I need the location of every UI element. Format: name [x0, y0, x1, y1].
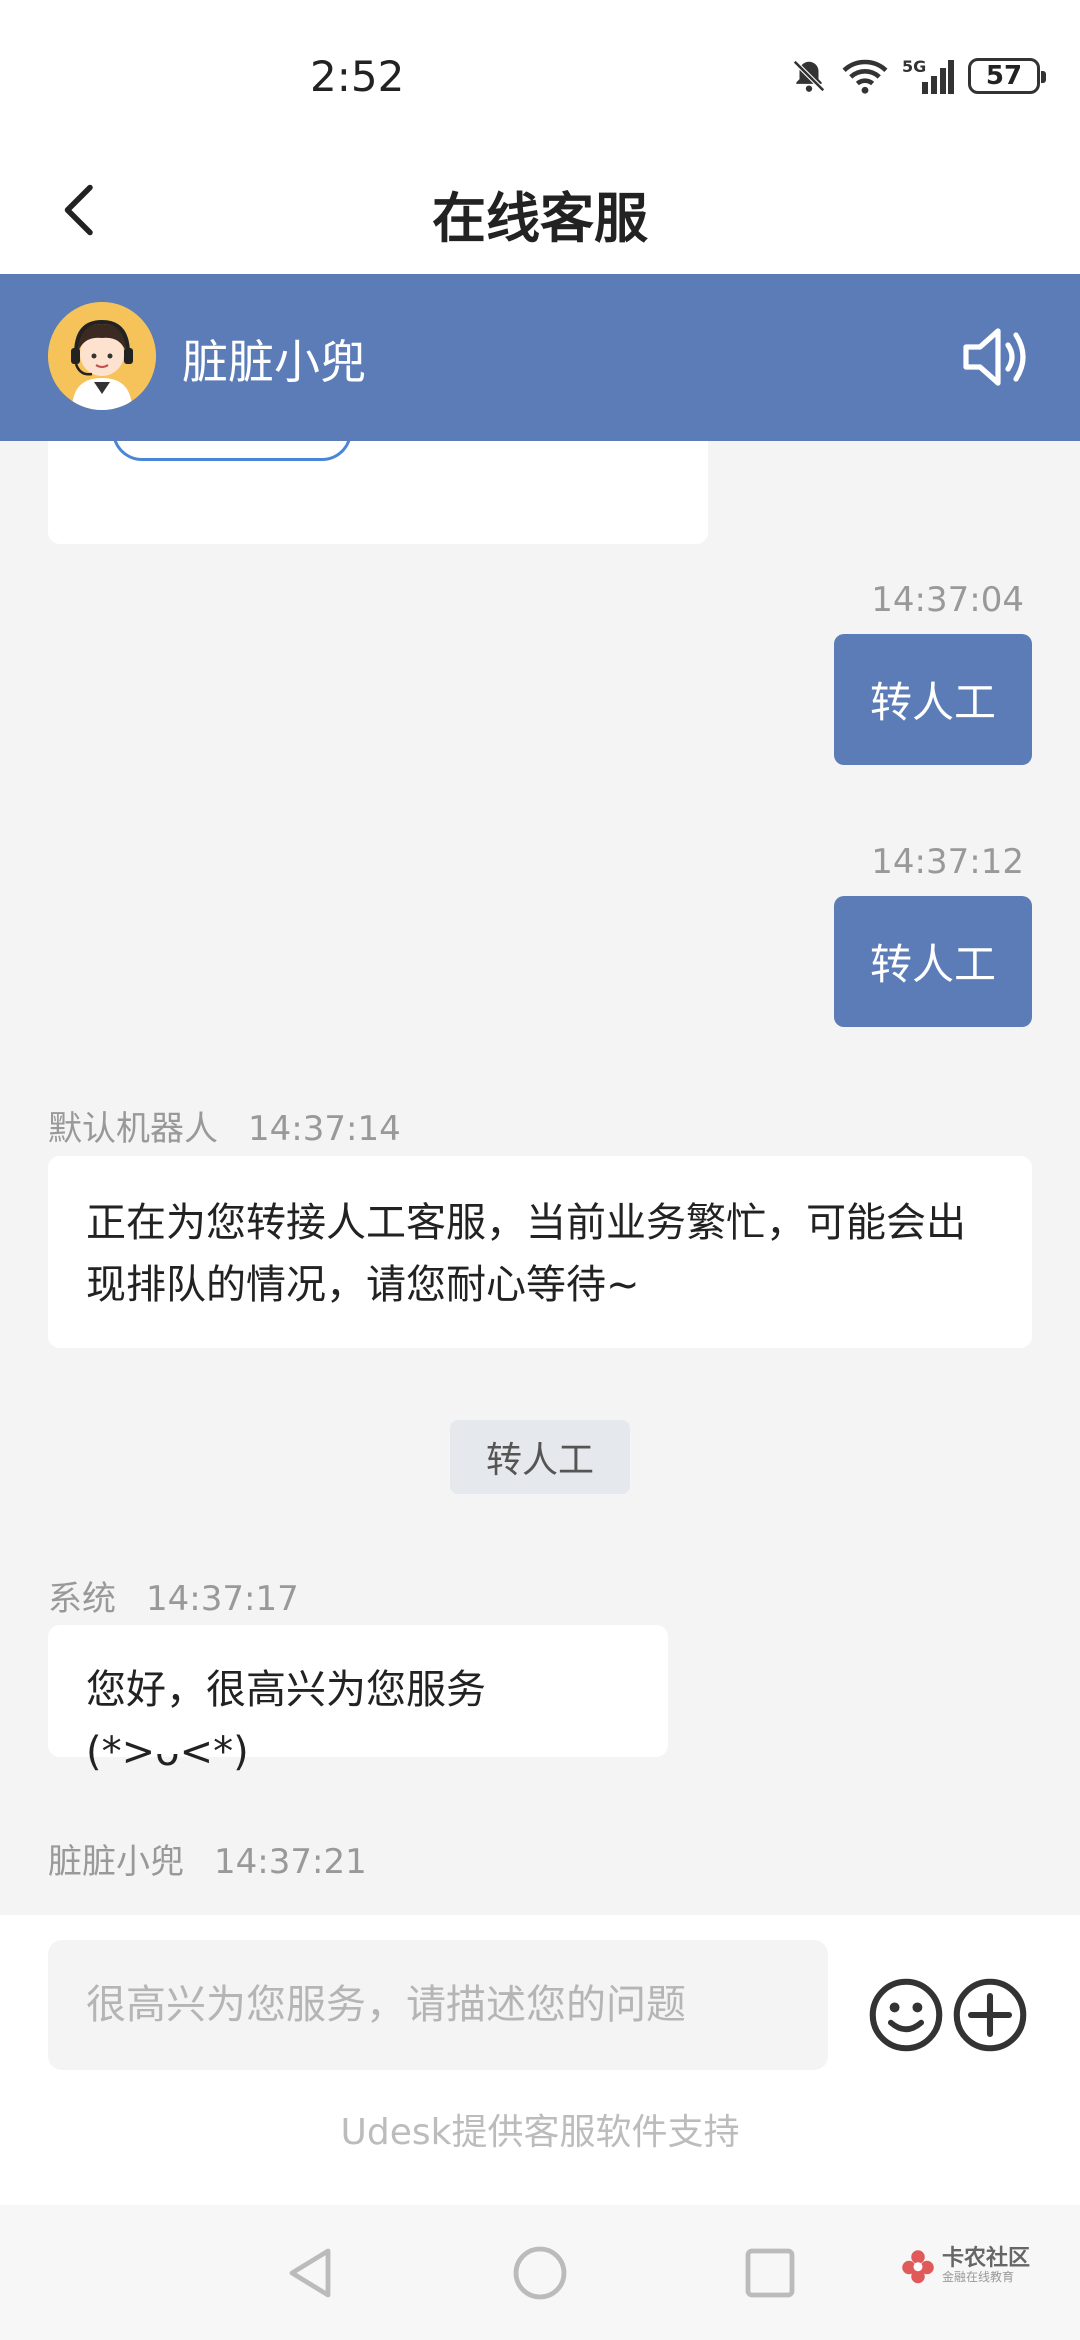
previous-card-button[interactable] [112, 441, 352, 461]
message-input[interactable] [48, 1940, 828, 2070]
incoming-message-bubble[interactable]: 您好，很高兴为您服务(*>ᴗ<*) [48, 1625, 668, 1775]
agent-avatar [48, 302, 156, 410]
nav-back-icon[interactable] [280, 2243, 340, 2303]
nav-bar: 在线客服 [0, 140, 1080, 275]
message-sender: 默认机器人 [48, 1109, 218, 1149]
message-meta: 脏脏小兜 14:37:21 [48, 1834, 367, 1883]
chat-message-list[interactable]: 14:37:04 转人工 14:37:12 转人工 默认机器人 14:37:14 … [0, 441, 1080, 1915]
speaker-icon[interactable] [960, 324, 1032, 390]
watermark-subtitle: 金融在线教育 [942, 2270, 1015, 2285]
emoji-icon[interactable] [868, 1977, 944, 2053]
powered-by-text: Udesk提供客服软件支持 [340, 2112, 740, 2153]
outgoing-message-bubble[interactable]: 转人工 [834, 634, 1032, 765]
plus-icon[interactable] [952, 1977, 1028, 2053]
message-timestamp: 14:37:17 [146, 1579, 299, 1619]
message-meta: 系统 14:37:17 [48, 1571, 299, 1620]
page-title: 在线客服 [432, 187, 648, 250]
signal-5g-icon: 5G [902, 57, 954, 94]
svg-text:5G: 5G [902, 57, 926, 76]
watermark-title: 卡农社区 [942, 2246, 1031, 2271]
agent-header: 脏脏小兜 [0, 274, 1080, 441]
message-meta: 默认机器人 14:37:14 [48, 1101, 401, 1150]
status-icons: 5G 57 [790, 56, 1046, 96]
bell-muted-icon [793, 60, 825, 92]
wifi-icon [842, 59, 888, 94]
system-navigation-bar: 卡农社区 金融在线教育 [0, 2205, 1080, 2340]
battery-indicator: 57 [968, 58, 1046, 94]
message-sender: 脏脏小兜 [48, 1842, 184, 1882]
incoming-message-bubble[interactable]: 正在为您转接人工客服，当前业务繁忙，可能会出现排队的情况，请您耐心等待~ [48, 1156, 1032, 1348]
watermark-flower-icon [902, 2249, 934, 2283]
nav-home-icon[interactable] [510, 2243, 570, 2303]
system-notice-chip: 转人工 [450, 1420, 630, 1494]
previous-message-card [48, 441, 708, 544]
nav-recents-icon[interactable] [740, 2243, 800, 2303]
status-time: 2:52 [310, 52, 405, 101]
headset-agent-icon [48, 302, 156, 410]
message-timestamp: 14:37:12 [871, 842, 1024, 882]
message-timestamp: 14:37:21 [214, 1842, 367, 1882]
message-composer: Udesk提供客服软件支持 [0, 1915, 1080, 2205]
watermark-logo: 卡农社区 金融在线教育 [900, 2246, 1031, 2285]
message-timestamp: 14:37:14 [248, 1109, 401, 1149]
outgoing-message-bubble[interactable]: 转人工 [834, 896, 1032, 1027]
status-bar: 2:52 5G 57 [0, 0, 1080, 160]
message-sender: 系统 [48, 1579, 116, 1619]
message-timestamp: 14:37:04 [871, 580, 1024, 620]
agent-name: 脏脏小兜 [182, 335, 366, 389]
